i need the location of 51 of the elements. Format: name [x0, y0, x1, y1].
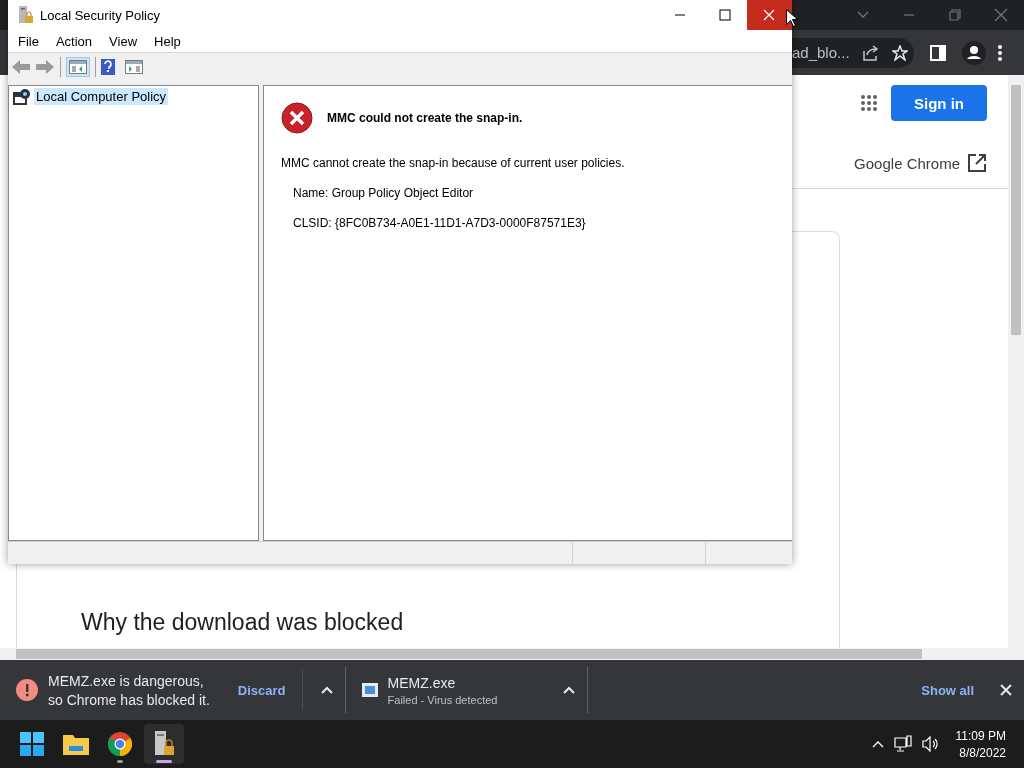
caret-icon[interactable] — [320, 686, 333, 694]
policy-icon — [13, 88, 31, 105]
window-title: Local Security Policy — [40, 7, 160, 23]
star-icon[interactable] — [891, 44, 908, 61]
error-icon — [281, 102, 313, 134]
help-icon[interactable] — [101, 59, 115, 75]
menu-item[interactable]: Action — [55, 33, 101, 49]
show-all-button[interactable]: Show all — [915, 681, 980, 699]
windows-start-icon[interactable] — [20, 732, 44, 756]
menu-icon[interactable] — [998, 44, 1002, 61]
action-pane-icon[interactable] — [125, 60, 143, 74]
folder-icon[interactable] — [63, 733, 89, 755]
download-title-text: MEMZ.exe is dangerous, — [48, 672, 205, 689]
profile-icon[interactable] — [962, 40, 986, 65]
close-icon[interactable] — [1000, 684, 1012, 696]
chevron-up-icon[interactable] — [871, 740, 884, 748]
menu-item[interactable]: Help — [154, 33, 189, 49]
vertical-scrollbar[interactable] — [1008, 75, 1024, 648]
clock-date[interactable]: 8/8/2022 — [959, 745, 1006, 760]
chrome-link[interactable]: Google Chrome — [854, 154, 960, 172]
tree-item[interactable]: Local Computer Policy — [34, 88, 169, 105]
apps-grid-icon[interactable] — [861, 95, 877, 111]
discard-button[interactable]: Discard — [225, 670, 303, 710]
speaker-icon[interactable] — [921, 736, 940, 752]
error-detail: CLSID: {8FC0B734-A0E1-11D1-A7D3-0000F87571E3} — [293, 216, 587, 230]
section-heading: Why the download was blocked — [81, 609, 405, 636]
error-detail: Name: Group Policy Object Editor — [293, 186, 475, 200]
download-status-text: so Chrome has blocked it. — [48, 691, 210, 708]
share-icon[interactable] — [861, 44, 880, 61]
network-icon[interactable] — [893, 735, 912, 753]
taskbar-button[interactable] — [144, 724, 184, 764]
menu-item[interactable]: File — [18, 33, 47, 49]
chrome-icon[interactable] — [108, 732, 132, 756]
download-title-text: MEMZ.exe — [387, 674, 457, 691]
sign-in-button[interactable]: Sign in — [891, 85, 987, 121]
warning-icon — [16, 679, 38, 701]
error-message: MMC cannot create the snap-in because of current user policies. — [281, 156, 626, 170]
horizontal-scrollbar[interactable] — [0, 648, 1024, 660]
close-button[interactable] — [747, 0, 792, 30]
external-link-icon[interactable] — [968, 154, 986, 172]
side-panel-icon[interactable] — [930, 44, 946, 61]
menu-item[interactable]: View — [109, 33, 146, 49]
show-tree-icon[interactable] — [66, 57, 90, 77]
file-icon — [361, 683, 378, 697]
mouse-pointer-icon — [786, 9, 798, 27]
clock-time[interactable]: 11:09 PM — [955, 728, 1006, 743]
app-icon — [18, 6, 34, 24]
server-lock-icon[interactable] — [152, 731, 176, 757]
error-title: MMC could not create the snap-in. — [327, 111, 523, 125]
download-status-text: Failed - Virus detected — [387, 693, 498, 706]
caret-icon[interactable] — [563, 686, 576, 694]
